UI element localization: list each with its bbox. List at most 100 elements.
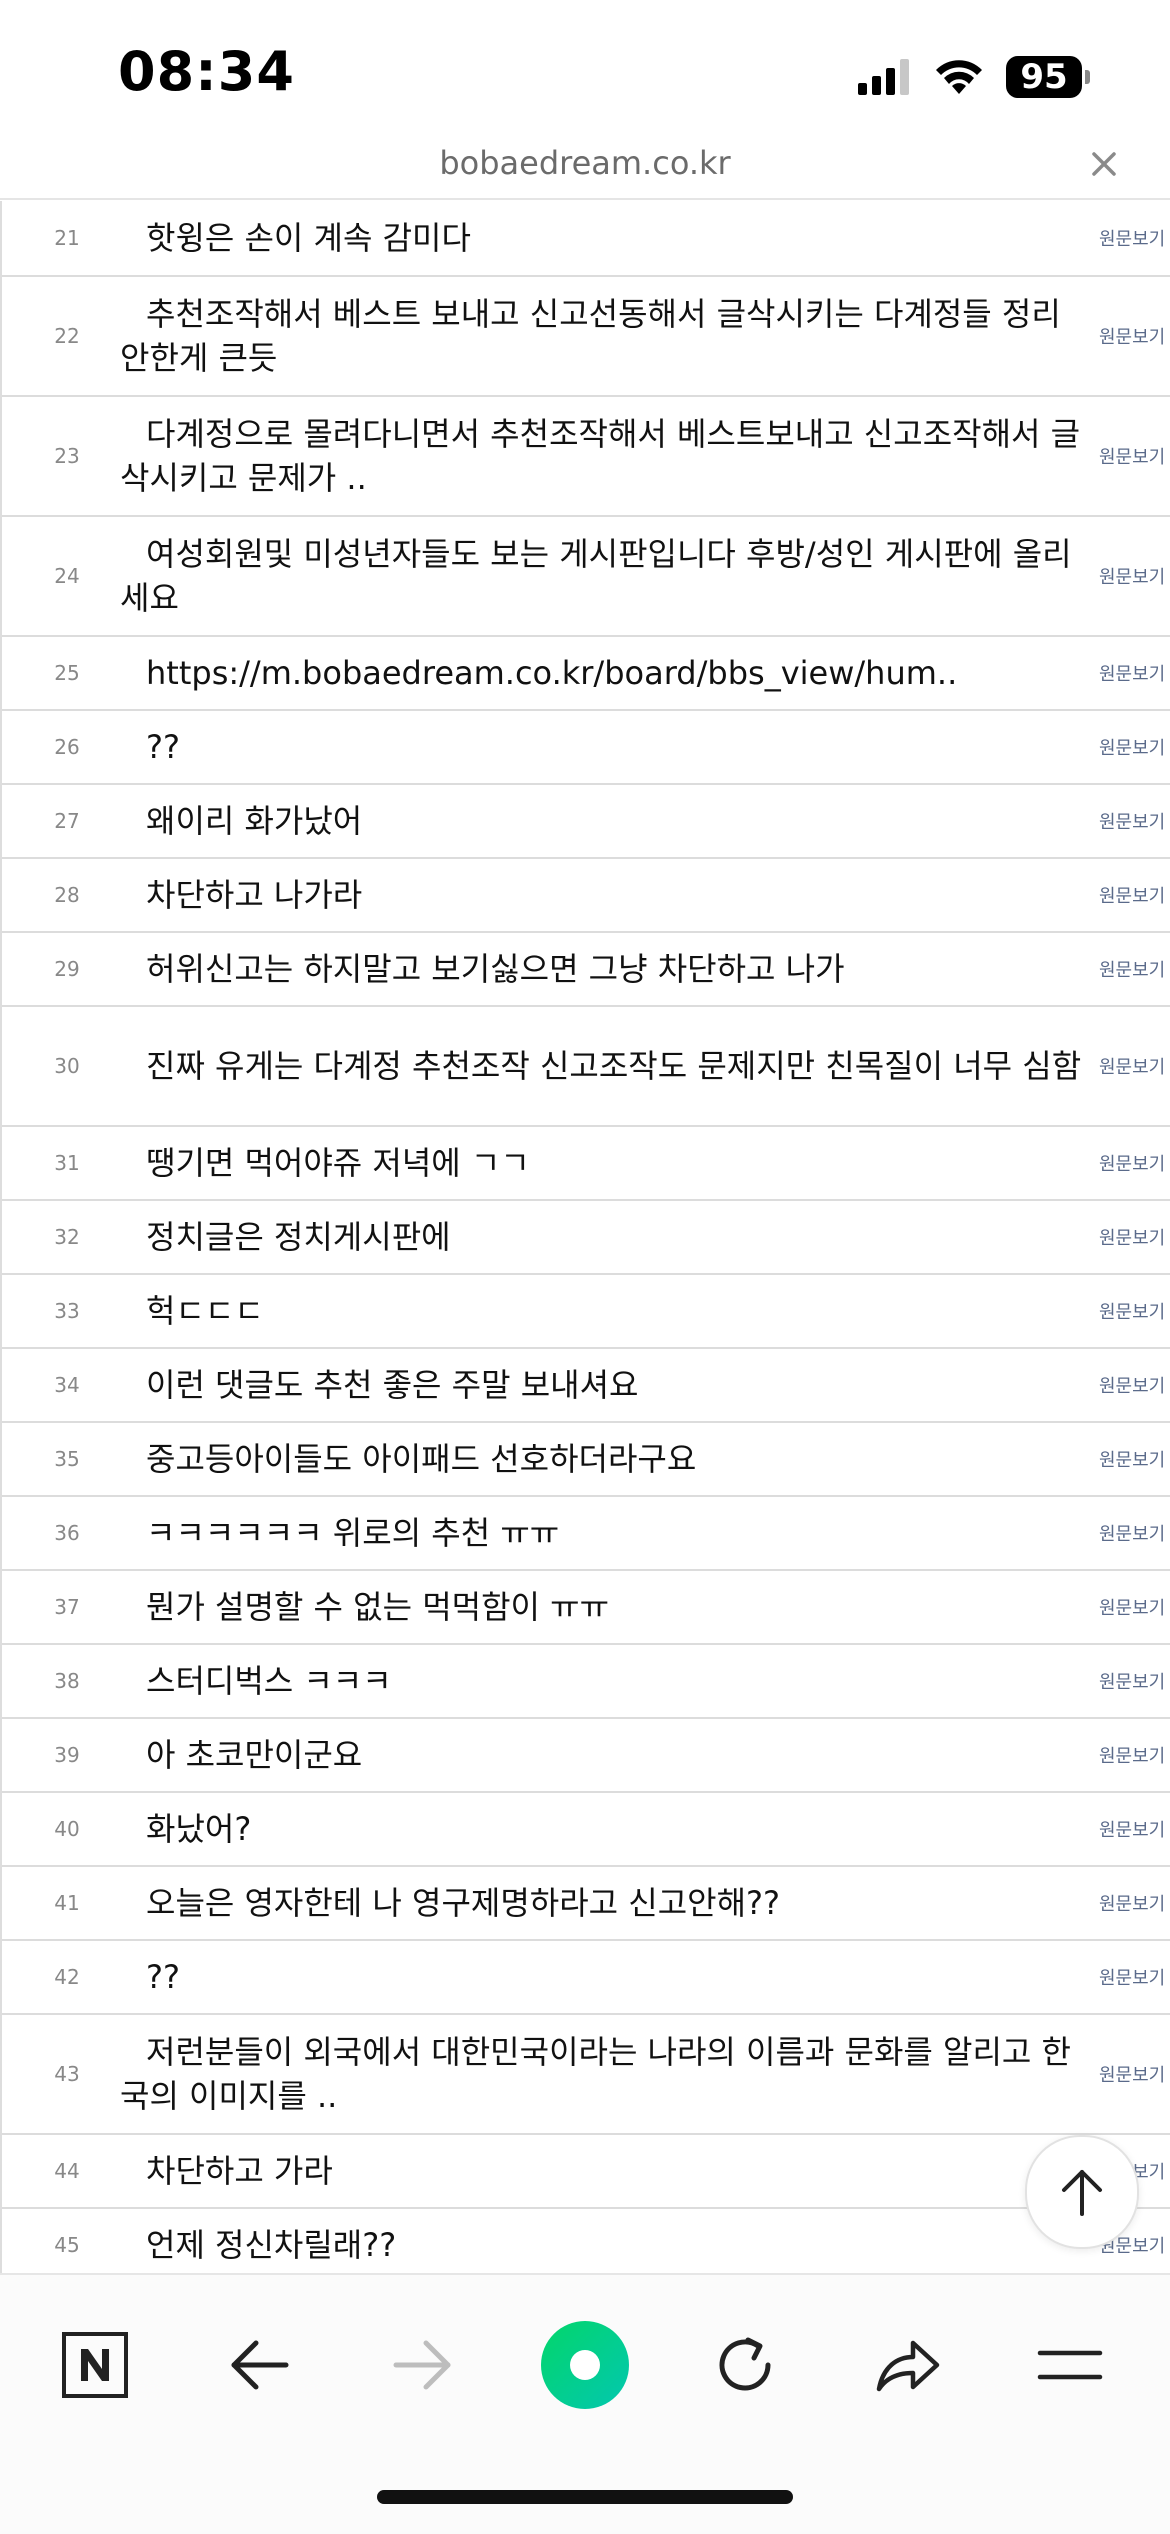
comment-row[interactable]: 25 https://m.bobaedream.co.kr/board/bbs_v… — [2, 637, 1170, 711]
comment-row[interactable]: 31 땡기면 먹어야쥬 저녁에 ㄱㄱ 원문보기 — [2, 1127, 1170, 1201]
comment-text[interactable]: https://m.bobaedream.co.kr/board/bbs_vie… — [120, 651, 1090, 695]
comment-row[interactable]: 32 정치글은 정치게시판에 원문보기 — [2, 1201, 1170, 1275]
view-original-link[interactable]: 원문보기 — [1099, 1520, 1170, 1546]
comment-number: 45 — [54, 2233, 80, 2257]
green-dot-button[interactable] — [535, 2315, 635, 2415]
comment-list[interactable]: 21 핫윙은 손이 계속 감미다 원문보기 22 추천조작해서 베스트 보내고 신고선동… — [0, 201, 1170, 2273]
view-original-link[interactable]: 원문보기 — [1099, 808, 1170, 834]
scroll-to-top-button[interactable] — [1025, 2135, 1139, 2249]
comment-number: 28 — [54, 883, 80, 907]
view-original-link[interactable]: 원문보기 — [1099, 443, 1170, 469]
comment-text[interactable]: 스터디벅스 ㅋㅋㅋ — [120, 1659, 1090, 1703]
view-original-link[interactable]: 원문보기 — [1099, 225, 1170, 251]
comment-row[interactable]: 40 화났어? 원문보기 — [2, 1793, 1170, 1867]
comment-row[interactable]: 43 저런분들이 외국에서 대한민국이라는 나라의 이름과 문화를 알리고 한국의… — [2, 2015, 1170, 2135]
comment-row[interactable]: 30 진짜 유게는 다계정 추천조작 신고조작도 문제지만 친목질이 너무 심함 원… — [2, 1007, 1170, 1127]
comment-text[interactable]: 오늘은 영자한테 나 영구제명하라고 신고안해?? — [120, 1881, 1090, 1925]
comment-text[interactable]: 저런분들이 외국에서 대한민국이라는 나라의 이름과 문화를 알리고 한국의 이… — [120, 2030, 1090, 2118]
comment-text[interactable]: ㅋㅋㅋㅋㅋㅋ 위로의 추천 ㅠㅠ — [120, 1511, 1090, 1555]
comment-number: 29 — [54, 957, 80, 981]
comment-text[interactable]: 중고등아이들도 아이패드 선호하더라구요 — [120, 1437, 1090, 1481]
comment-number: 26 — [54, 735, 80, 759]
comment-row[interactable]: 27 왜이리 화가났어 원문보기 — [2, 785, 1170, 859]
comment-text[interactable]: ?? — [120, 1955, 1090, 1999]
comment-text[interactable]: 뭔가 설명할 수 없는 먹먹함이 ㅠㅠ — [120, 1585, 1090, 1629]
comment-text[interactable]: 헉ㄷㄷㄷ — [120, 1289, 1090, 1333]
share-button[interactable] — [858, 2315, 958, 2415]
comment-text[interactable]: 이런 댓글도 추천 좋은 주말 보내셔요 — [120, 1363, 1090, 1407]
comment-number: 32 — [54, 1225, 80, 1249]
view-original-link[interactable]: 원문보기 — [1099, 660, 1170, 686]
menu-button[interactable] — [1020, 2315, 1120, 2415]
comment-text[interactable]: 여성회원및 미성년자들도 보는 게시판입니다 후방/성인 게시판에 올리세요 — [120, 532, 1090, 620]
view-original-link[interactable]: 원문보기 — [1099, 1668, 1170, 1694]
comment-row[interactable]: 22 추천조작해서 베스트 보내고 신고선동해서 글삭시키는 다계정들 정리 안한… — [2, 277, 1170, 397]
view-original-link[interactable]: 원문보기 — [1099, 1053, 1170, 1079]
comment-text[interactable]: 아 초코만이군요 — [120, 1733, 1090, 1777]
comment-text[interactable]: 진짜 유게는 다계정 추천조작 신고조작도 문제지만 친목질이 너무 심함 — [120, 1044, 1090, 1088]
reload-button[interactable] — [695, 2315, 795, 2415]
view-original-link[interactable]: 원문보기 — [1099, 956, 1170, 982]
comment-row[interactable]: 36 ㅋㅋㅋㅋㅋㅋ 위로의 추천 ㅠㅠ 원문보기 — [2, 1497, 1170, 1571]
comment-text[interactable]: 화났어? — [120, 1807, 1090, 1851]
comment-row[interactable]: 37 뭔가 설명할 수 없는 먹먹함이 ㅠㅠ 원문보기 — [2, 1571, 1170, 1645]
comment-number: 37 — [54, 1595, 80, 1619]
comment-number: 27 — [54, 809, 80, 833]
naver-home-button[interactable] — [45, 2315, 145, 2415]
view-original-link[interactable]: 원문보기 — [1099, 734, 1170, 760]
view-original-link[interactable]: 원문보기 — [1099, 1816, 1170, 1842]
view-original-link[interactable]: 원문보기 — [1099, 2061, 1170, 2087]
view-original-link[interactable]: 원문보기 — [1099, 1742, 1170, 1768]
comment-row[interactable]: 42?? 원문보기 — [2, 1941, 1170, 2015]
comment-number: 41 — [54, 1891, 80, 1915]
view-original-link[interactable]: 원문보기 — [1099, 1594, 1170, 1620]
share-icon — [876, 2340, 940, 2392]
comment-text[interactable]: 핫윙은 손이 계속 감미다 — [120, 216, 1090, 260]
view-original-link[interactable]: 원문보기 — [1099, 323, 1170, 349]
view-original-link[interactable]: 원문보기 — [1099, 1150, 1170, 1176]
comment-row[interactable]: 35 중고등아이들도 아이패드 선호하더라구요 원문보기 — [2, 1423, 1170, 1497]
comment-number: 24 — [54, 564, 80, 588]
comment-row[interactable]: 28 차단하고 나가라 원문보기 — [2, 859, 1170, 933]
comment-text[interactable]: 다계정으로 몰려다니면서 추천조작해서 베스트보내고 신고조작해서 글삭시키고 … — [120, 412, 1090, 500]
comment-row[interactable]: 38 스터디벅스 ㅋㅋㅋ 원문보기 — [2, 1645, 1170, 1719]
comment-text[interactable]: 차단하고 가라 — [120, 2149, 1090, 2193]
comment-row[interactable]: 44차단하고 가라원문보기 — [2, 2135, 1170, 2209]
comment-row[interactable]: 34 이런 댓글도 추천 좋은 주말 보내셔요 원문보기 — [2, 1349, 1170, 1423]
comment-row[interactable]: 21 핫윙은 손이 계속 감미다 원문보기 — [2, 201, 1170, 277]
comment-row[interactable]: 23 다계정으로 몰려다니면서 추천조작해서 베스트보내고 신고조작해서 글삭시키… — [2, 397, 1170, 517]
comment-text[interactable]: 정치글은 정치게시판에 — [120, 1215, 1090, 1259]
view-original-link[interactable]: 원문보기 — [1099, 563, 1170, 589]
view-original-link[interactable]: 원문보기 — [1099, 1224, 1170, 1250]
bottom-toolbar — [0, 2273, 1170, 2534]
comment-number: 35 — [54, 1447, 80, 1471]
comment-text[interactable]: ?? — [120, 725, 1090, 769]
comment-text[interactable]: 왜이리 화가났어 — [120, 799, 1090, 843]
comment-text[interactable]: 차단하고 나가라 — [120, 873, 1090, 917]
menu-icon — [1037, 2350, 1103, 2380]
comment-row[interactable]: 45 언제 정신차릴래?? 원문보기 — [2, 2209, 1170, 2273]
comment-number: 22 — [54, 324, 80, 348]
comment-row[interactable]: 24 여성회원및 미성년자들도 보는 게시판입니다 후방/성인 게시판에 올리세요… — [2, 517, 1170, 637]
comment-row[interactable]: 33 헉ㄷㄷㄷ 원문보기 — [2, 1275, 1170, 1349]
view-original-link[interactable]: 원문보기 — [1099, 1298, 1170, 1324]
view-original-link[interactable]: 원문보기 — [1099, 1964, 1170, 1990]
view-original-link[interactable]: 원문보기 — [1099, 1446, 1170, 1472]
view-original-link[interactable]: 원문보기 — [1099, 882, 1170, 908]
view-original-link[interactable]: 원문보기 — [1099, 1890, 1170, 1916]
back-button[interactable] — [210, 2315, 310, 2415]
forward-button[interactable] — [372, 2315, 472, 2415]
view-original-link[interactable]: 원문보기 — [1099, 1372, 1170, 1398]
url-domain[interactable]: bobaedream.co.kr — [0, 144, 1170, 182]
comment-row[interactable]: 41 오늘은 영자한테 나 영구제명하라고 신고안해?? 원문보기 — [2, 1867, 1170, 1941]
comment-text[interactable]: 추천조작해서 베스트 보내고 신고선동해서 글삭시키는 다계정들 정리 안한게 … — [120, 292, 1090, 380]
comment-row[interactable]: 26?? 원문보기 — [2, 711, 1170, 785]
comment-row[interactable]: 39 아 초코만이군요 원문보기 — [2, 1719, 1170, 1793]
close-icon[interactable] — [1086, 146, 1122, 182]
comment-text[interactable]: 허위신고는 하지말고 보기싫으면 그냥 차단하고 나가 — [120, 947, 1090, 991]
comment-text[interactable]: 땡기면 먹어야쥬 저녁에 ㄱㄱ — [120, 1141, 1090, 1185]
forward-arrow-icon — [393, 2340, 451, 2390]
comment-text[interactable]: 언제 정신차릴래?? — [120, 2223, 1090, 2267]
comment-number: 30 — [54, 1054, 80, 1078]
comment-row[interactable]: 29 허위신고는 하지말고 보기싫으면 그냥 차단하고 나가 원문보기 — [2, 933, 1170, 1007]
